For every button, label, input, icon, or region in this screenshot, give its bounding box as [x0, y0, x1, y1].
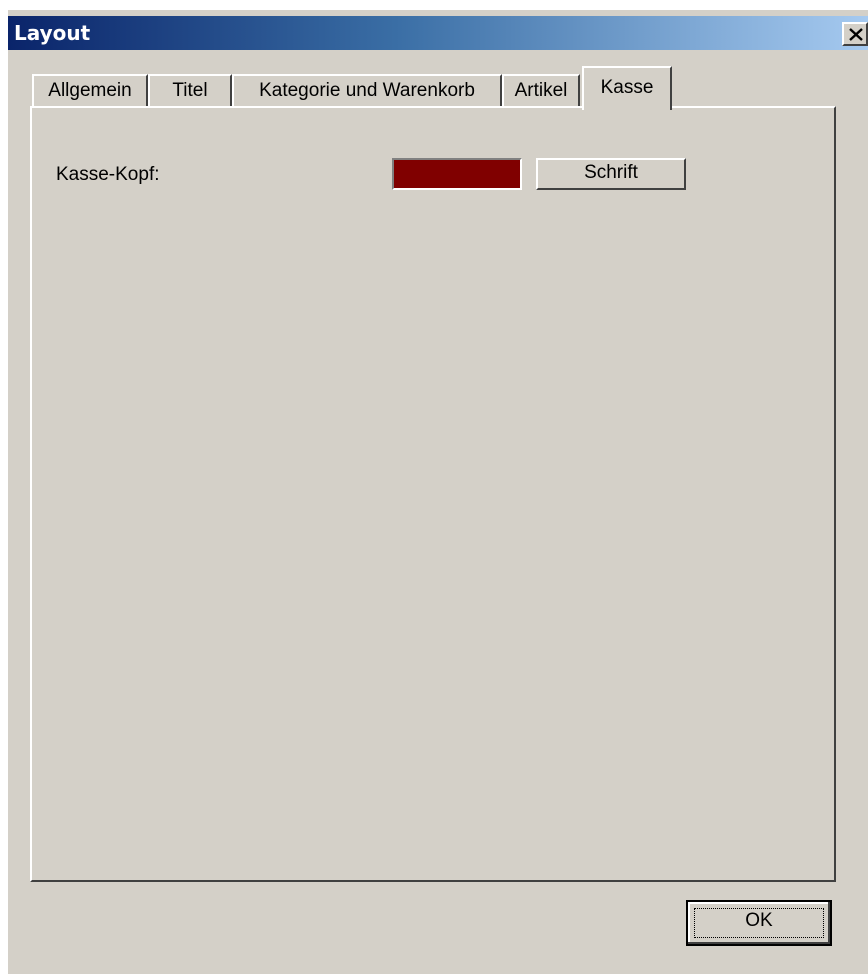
- window-title: Layout: [14, 21, 91, 45]
- tab-titel[interactable]: Titel: [148, 74, 232, 108]
- close-icon: [849, 28, 863, 41]
- tab-label: Kasse: [600, 77, 654, 98]
- tab-label: Kategorie und Warenkorb: [259, 80, 475, 101]
- close-button[interactable]: [842, 22, 868, 46]
- tab-allgemein[interactable]: Allgemein: [32, 74, 148, 108]
- tab-artikel[interactable]: Artikel: [502, 74, 580, 108]
- tab-label: Artikel: [514, 80, 568, 101]
- tab-kasse[interactable]: Kasse: [582, 66, 672, 110]
- kasse-kopf-color-swatch[interactable]: [392, 158, 522, 190]
- tab-label: Allgemein: [48, 80, 132, 101]
- schrift-button[interactable]: Schrift: [536, 158, 686, 190]
- ok-button[interactable]: OK: [686, 900, 832, 946]
- tab-label: Titel: [172, 80, 208, 101]
- layout-dialog: Layout Allgemein Titel Kategorie und War…: [8, 10, 868, 974]
- focus-rectangle: [694, 908, 824, 938]
- title-bar[interactable]: Layout: [8, 16, 868, 50]
- tab-panel-kasse: Kasse-Kopf: Schrift: [30, 106, 836, 882]
- kasse-kopf-label: Kasse-Kopf:: [56, 164, 160, 185]
- tab-kategorie-und-warenkorb[interactable]: Kategorie und Warenkorb: [232, 74, 502, 108]
- schrift-button-label: Schrift: [584, 162, 638, 183]
